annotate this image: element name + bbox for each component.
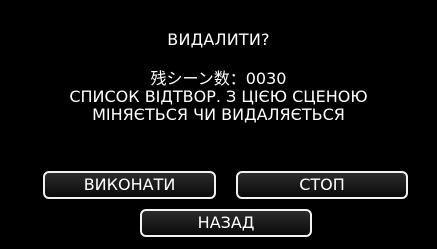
playlist-warning-line-1: СПИСОК ВІДТВОР. З ЦІЄЮ СЦЕНОЮ (69, 87, 368, 106)
execute-button[interactable]: ВИКОНАТИ (43, 171, 216, 199)
dialog-title: ВИДАЛИТИ? (167, 30, 270, 49)
stop-button[interactable]: СТОП (236, 171, 408, 199)
remaining-scenes-count: 残シーン数：0030 (150, 69, 287, 88)
back-button[interactable]: НАЗАД (140, 209, 312, 237)
playlist-warning-line-2: МІНЯЄТЬСЯ ЧИ ВИДАЛЯЄТЬСЯ (92, 105, 345, 124)
delete-confirmation-dialog: ВИДАЛИТИ? 残シーン数：0030 СПИСОК ВІДТВОР. З Ц… (0, 0, 437, 249)
dialog-message: 残シーン数：0030 СПИСОК ВІДТВОР. З ЦІЄЮ СЦЕНОЮ… (0, 70, 437, 124)
